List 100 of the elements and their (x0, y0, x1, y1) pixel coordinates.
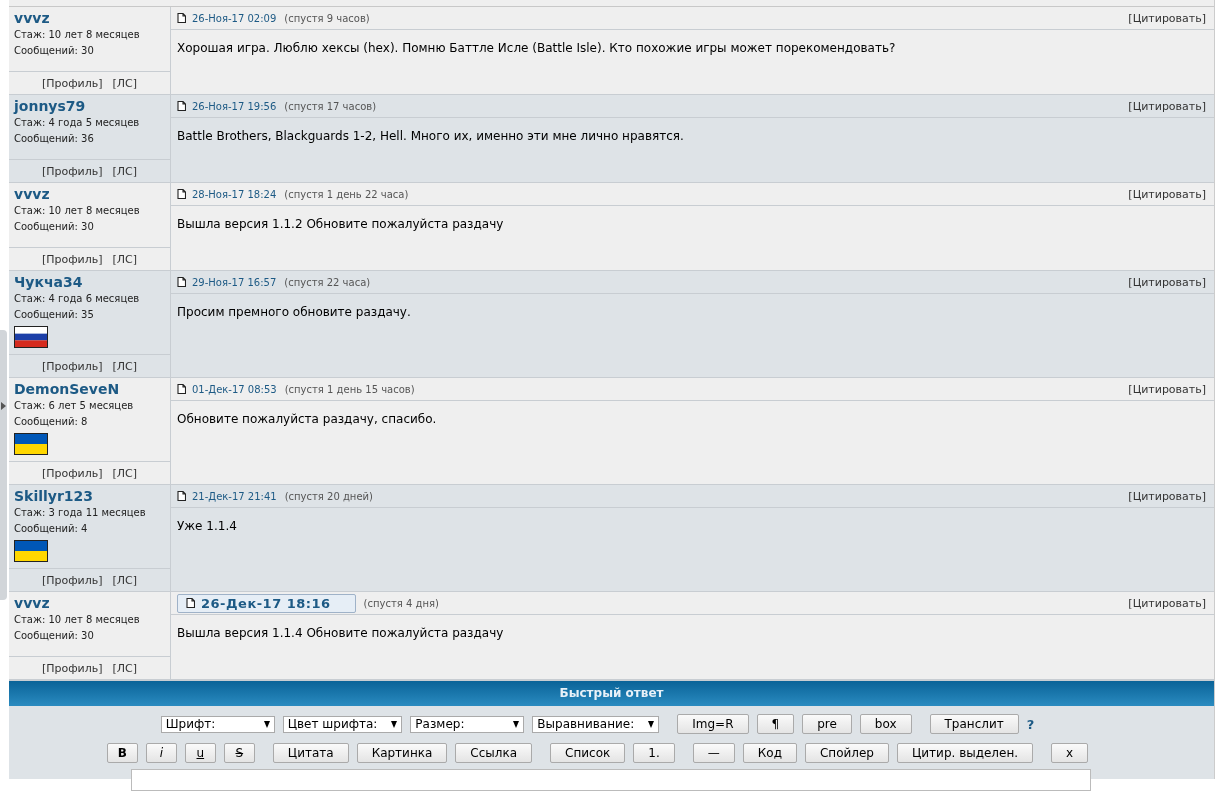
tenure-text: Стаж: 4 года 5 месяцев (14, 116, 141, 130)
dropdown[interactable]: Выравнивание: (532, 715, 660, 733)
post-text: Обновите пожалуйста раздачу, спасибо. (176, 411, 438, 428)
quote-link[interactable]: [Цитировать] (1128, 382, 1206, 396)
quote-link[interactable]: [Цитировать] (1128, 489, 1206, 503)
profile-link[interactable]: [Профиль] (41, 466, 103, 480)
elapsed-time: (спустя 4 дня) (363, 597, 439, 609)
toolbar-button[interactable]: pre (802, 714, 852, 734)
caret-icon (391, 720, 398, 728)
elapsed-time: (спустя 1 день 15 часов) (284, 383, 415, 395)
pm-link[interactable]: [ЛС] (112, 466, 138, 480)
toolbar-button[interactable]: Список (550, 743, 626, 763)
pm-link[interactable]: [ЛС] (112, 661, 138, 675)
post-text: Battle Brothers, Blackguards 1-2, Hell. Много их, именно эти мне лично нравятся. (176, 128, 685, 145)
message-count: Сообщений: 30 (14, 44, 95, 58)
post-date-link[interactable]: 21-Дек-17 21:41 (177, 490, 277, 502)
tenure-text: Стаж: 10 лет 8 месяцев (14, 613, 141, 627)
username[interactable]: vvvz (14, 185, 166, 203)
toolbar-button[interactable]: Цитата (272, 743, 349, 763)
caret-icon (648, 720, 655, 728)
document-icon (177, 384, 186, 394)
quote-link[interactable]: [Цитировать] (1128, 275, 1206, 289)
toolbar-button[interactable]: box (859, 714, 912, 734)
pm-link[interactable]: [ЛС] (112, 164, 138, 178)
message-count: Сообщений: 4 (14, 522, 89, 536)
caret-icon (263, 720, 270, 728)
profile-link[interactable]: [Профиль] (41, 359, 103, 373)
pm-link[interactable]: [ЛС] (112, 76, 138, 90)
toolbar-button[interactable]: Спойлер (804, 743, 889, 763)
document-icon (177, 13, 186, 23)
quote-link[interactable]: [Цитировать] (1128, 11, 1206, 25)
toolbar-button[interactable]: Ссылка (455, 743, 533, 763)
message-count: Сообщений: 8 (14, 415, 89, 429)
username[interactable]: Skillyr123 (14, 487, 166, 505)
toolbar-button[interactable]: Код (742, 743, 797, 763)
document-icon (177, 277, 186, 287)
elapsed-time: (спустя 22 часа) (284, 276, 371, 288)
toolbar-button[interactable]: Img=R (677, 714, 749, 734)
post-text: Просим премного обновите раздачу. (176, 304, 412, 321)
tenure-text: Стаж: 10 лет 8 месяцев (14, 28, 141, 42)
username[interactable]: vvvz (14, 9, 166, 27)
toolbar-button[interactable]: ¶ (756, 714, 795, 734)
document-icon (177, 189, 186, 199)
username[interactable]: vvvz (14, 594, 166, 612)
toolbar-button[interactable]: — (692, 743, 735, 763)
post-text: Хорошая игра. Люблю хексы (hex). Помню Баттле Исле (Battle Isle). Кто похожие игры может порекомендовать? (176, 40, 897, 57)
elapsed-time: (спустя 17 часов) (284, 100, 377, 112)
post-date-link[interactable]: 26-Ноя-17 02:09 (177, 12, 277, 24)
dropdown[interactable]: Цвет шрифта: (282, 715, 403, 733)
profile-link[interactable]: [Профиль] (41, 252, 103, 266)
pm-link[interactable]: [ЛС] (112, 252, 138, 266)
format-button[interactable]: S (223, 743, 255, 763)
format-button[interactable]: u (184, 743, 216, 763)
toolbar-button[interactable]: Картинка (356, 743, 448, 763)
message-field[interactable] (131, 769, 1091, 791)
post-date-link[interactable]: 26-Дек-17 18:16 (177, 593, 356, 613)
dropdown[interactable]: Шрифт: (160, 715, 275, 733)
help-link[interactable]: ? (1026, 716, 1035, 732)
message-count: Сообщений: 30 (14, 629, 95, 643)
toolbar-button[interactable]: Цитир. выделен. (897, 743, 1034, 763)
caret-icon (513, 720, 520, 728)
profile-link[interactable]: [Профиль] (41, 573, 103, 587)
post-date-link[interactable]: 29-Ноя-17 16:57 (177, 276, 277, 288)
format-button[interactable]: B (106, 743, 138, 763)
post-text: Вышла версия 1.1.2 Обновите пожалуйста раздачу (176, 216, 505, 233)
side-panel-handle[interactable] (0, 330, 7, 600)
document-icon (186, 598, 195, 608)
tenure-text: Стаж: 4 года 6 месяцев (14, 292, 141, 306)
quote-link[interactable]: [Цитировать] (1128, 596, 1206, 610)
quote-link[interactable]: [Цитировать] (1128, 99, 1206, 113)
dropdown[interactable]: Размер: (410, 715, 525, 733)
tenure-text: Стаж: 6 лет 5 месяцев (14, 399, 135, 413)
elapsed-time: (спустя 20 дней) (284, 490, 373, 502)
message-count: Сообщений: 36 (14, 132, 95, 146)
message-count: Сообщений: 35 (14, 308, 95, 322)
message-count: Сообщений: 30 (14, 220, 95, 234)
pm-link[interactable]: [ЛС] (112, 359, 138, 373)
tenure-text: Стаж: 3 года 11 месяцев (14, 506, 147, 520)
elapsed-time: (спустя 9 часов) (284, 12, 370, 24)
post-date-link[interactable]: 28-Ноя-17 18:24 (177, 188, 277, 200)
profile-link[interactable]: [Профиль] (41, 661, 103, 675)
pm-link[interactable]: [ЛС] (112, 573, 138, 587)
elapsed-time: (спустя 1 день 22 часа) (284, 188, 409, 200)
username[interactable]: jonnys79 (14, 97, 166, 115)
quote-link[interactable]: [Цитировать] (1128, 187, 1206, 201)
toolbar-button[interactable]: x (1051, 743, 1089, 763)
post-date-link[interactable]: 01-Дек-17 08:53 (177, 383, 277, 395)
toolbar-button[interactable]: 1. (633, 743, 675, 763)
profile-link[interactable]: [Профиль] (41, 164, 103, 178)
quick-reply-title: Быстрый ответ (9, 681, 1214, 706)
post-text: Вышла версия 1.1.4 Обновите пожалуйста раздачу (176, 625, 505, 642)
post-date-link[interactable]: 26-Ноя-17 19:56 (177, 100, 277, 112)
toolbar-button[interactable]: Транслит (929, 714, 1019, 734)
document-icon (177, 491, 186, 501)
username[interactable]: Чукча34 (14, 273, 166, 291)
post-text: Уже 1.1.4 (176, 518, 238, 535)
document-icon (177, 101, 186, 111)
username[interactable]: DemonSeveN (14, 380, 166, 398)
profile-link[interactable]: [Профиль] (41, 76, 103, 90)
format-button[interactable]: i (145, 743, 177, 763)
